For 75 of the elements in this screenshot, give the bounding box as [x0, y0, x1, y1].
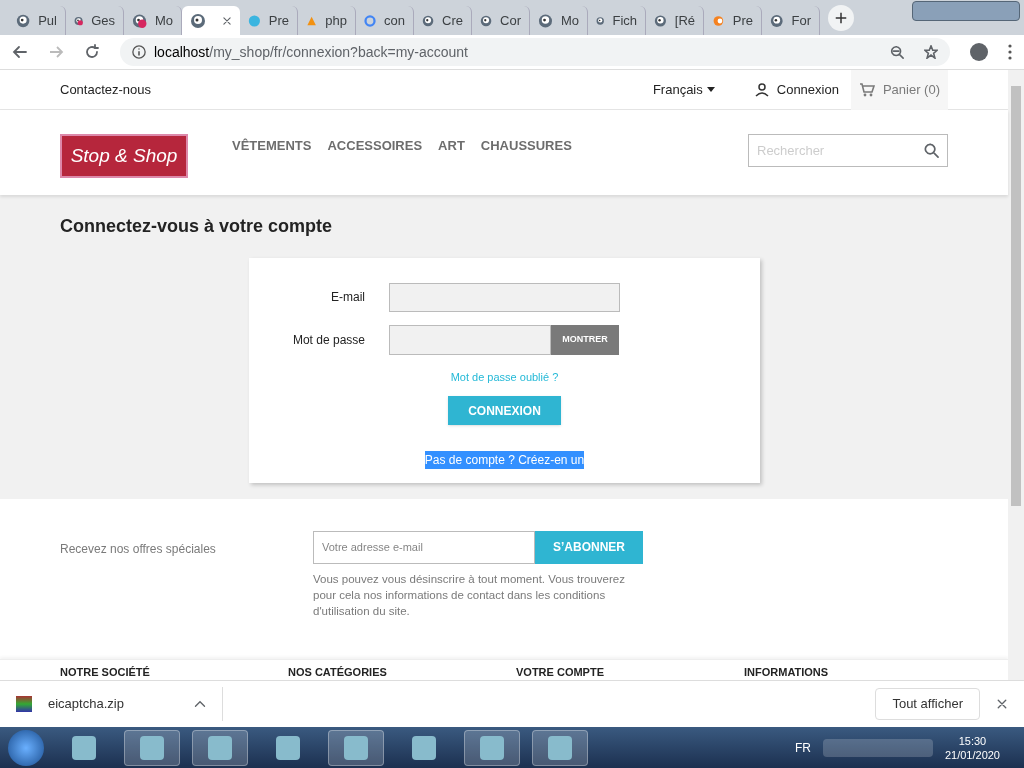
menu-link[interactable]: ART	[438, 136, 465, 156]
email-field[interactable]	[389, 282, 620, 312]
tab-title: php	[325, 11, 347, 30]
newsletter-note: Vous pouvez vous désinscrire à tout moment. Vous trouverez pour cela nos informations de contact dans les conditions d'utilisation du site.	[313, 571, 626, 619]
clock-time: 15:30	[958, 733, 987, 748]
reload-icon[interactable]	[84, 44, 100, 60]
url-text: localhost/my_shop/fr/connexion?back=my-account	[154, 42, 468, 62]
star-icon[interactable]	[924, 45, 938, 59]
tab-title: Cor	[500, 11, 521, 30]
scrollbar[interactable]	[1008, 70, 1024, 680]
footer-heading: INFORMATIONS	[744, 664, 830, 680]
show-all-button[interactable]: Tout afficher	[875, 688, 980, 720]
archive-file-icon	[16, 696, 32, 712]
close-icon[interactable]	[222, 15, 232, 26]
taskbar-app-icon[interactable]	[328, 729, 384, 766]
contact-link[interactable]: Contactez-nous	[60, 79, 152, 100]
tab-title: Mo	[560, 11, 579, 30]
cart-icon	[858, 81, 875, 98]
search-icon[interactable]	[924, 143, 939, 158]
g-logo-icon	[364, 12, 377, 29]
shop-logo[interactable]: Stop & Shop	[60, 134, 188, 178]
shop-favicon-icon	[16, 12, 31, 29]
password-field[interactable]	[389, 324, 551, 355]
browser-tab[interactable]	[182, 6, 240, 35]
new-tab-button[interactable]	[828, 5, 854, 31]
chevron-up-icon[interactable]	[193, 698, 206, 710]
plus-icon	[835, 12, 847, 24]
footer-heading: NOTRE SOCIÉTÉ	[60, 664, 151, 680]
tab-title: Pul	[38, 11, 57, 30]
close-icon[interactable]	[996, 698, 1008, 710]
language-dropdown[interactable]: Français	[652, 79, 715, 100]
tab-title: For	[791, 11, 811, 30]
taskbar-app-icon[interactable]	[464, 729, 520, 766]
login-link[interactable]: Connexion	[754, 79, 839, 100]
tab-title: Fich	[612, 11, 637, 30]
shop-favicon-icon	[190, 12, 206, 29]
shop-favicon-icon	[132, 12, 147, 29]
menu-icon[interactable]	[1008, 44, 1012, 60]
show-password-button[interactable]: MONTRER	[551, 324, 619, 355]
newsletter-label: Recevez nos offres spéciales	[60, 540, 217, 558]
cart-button[interactable]: Panier (0)	[850, 69, 948, 110]
globe-icon	[248, 12, 261, 29]
taskbar-app-icon[interactable]	[192, 729, 248, 766]
shop-favicon-icon	[654, 12, 667, 29]
tab-title: con	[384, 11, 405, 30]
download-filename[interactable]: eicaptcha.zip	[48, 694, 124, 714]
menu-link[interactable]: VÊTEMENTS	[232, 136, 312, 156]
taskbar-app-icon[interactable]	[532, 729, 588, 766]
person-icon	[754, 82, 769, 97]
address-field[interactable]: localhost/my_shop/fr/connexion?back=my-account	[120, 38, 950, 66]
language-indicator[interactable]: FR	[794, 738, 811, 757]
tab-title: Mo	[154, 11, 173, 30]
info-icon[interactable]	[132, 45, 146, 59]
password-label: Mot de passe	[291, 331, 365, 349]
menu-link[interactable]: ACCESSOIRES	[327, 136, 423, 156]
tab-title: Pre	[268, 11, 289, 30]
tab-title: Cre	[442, 11, 463, 30]
tab-title: Pre	[732, 11, 753, 30]
clock-date: 21/01/2020	[944, 747, 1000, 762]
menu-link[interactable]: CHAUSSURES	[480, 136, 572, 156]
profile-icon[interactable]	[970, 43, 988, 61]
email-label: E-mail	[330, 289, 365, 307]
taskbar-app-icon[interactable]	[124, 729, 180, 766]
footer-heading: NOS CATÉGORIES	[288, 664, 388, 680]
zoom-out-icon[interactable]	[890, 45, 904, 59]
caret-icon	[706, 87, 715, 92]
start-icon[interactable]	[8, 729, 44, 766]
newsletter-email-field[interactable]: Votre adresse e-mail	[313, 530, 535, 564]
page-heading: Connectez-vous à votre compte	[60, 214, 334, 238]
tab-title: Ges	[91, 11, 115, 30]
shop-favicon-icon	[770, 12, 784, 29]
footer-heading: VOTRE COMPTE	[516, 664, 605, 680]
shop-favicon-icon	[538, 12, 553, 29]
back-icon[interactable]	[12, 44, 28, 60]
tab-title: [Ré	[674, 11, 695, 30]
